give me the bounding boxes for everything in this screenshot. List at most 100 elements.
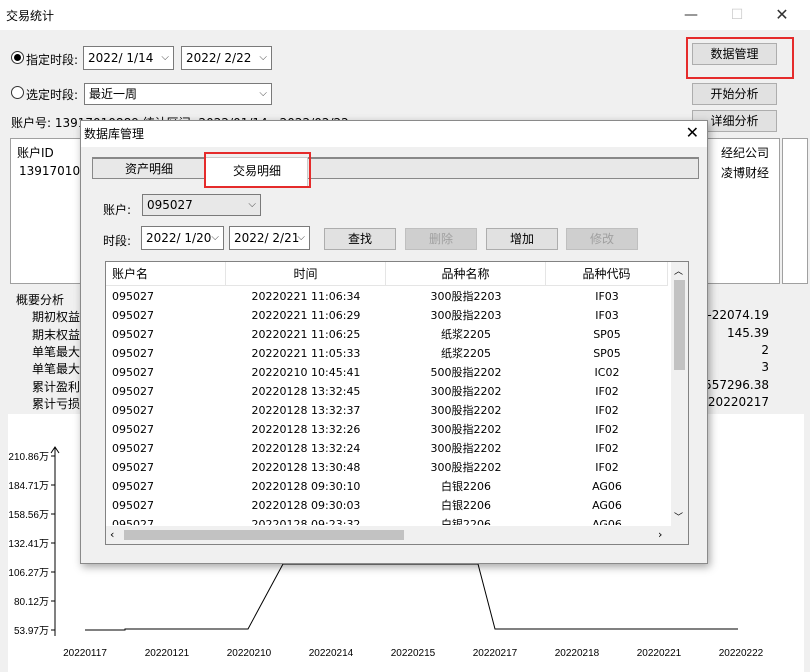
summary-label: 单笔最大 xyxy=(32,362,81,376)
y-tick-label: 132.41万 xyxy=(8,539,49,550)
table-row[interactable]: 095027 20220210 10:45:41 500股指2202 IC02 xyxy=(106,363,668,382)
x-tick-label: 20220218 xyxy=(555,648,600,659)
grid-cell-broker: 凌博财经 xyxy=(721,166,770,180)
table-row[interactable]: 095027 20220221 11:05:33 纸浆2205 SP05 xyxy=(106,344,668,363)
table-cell: 20220221 11:05:33 xyxy=(251,347,361,360)
table-cell: IF02 xyxy=(595,404,619,417)
start-analysis-button[interactable]: 开始分析 xyxy=(692,83,777,105)
table-cell: 500股指2202 xyxy=(430,366,502,379)
table-cell: SP05 xyxy=(593,328,621,341)
date-to-picker[interactable]: 2022/ 2/22 ⌵ xyxy=(181,46,272,70)
table-cell: 095027 xyxy=(112,366,154,379)
table-cell: 095027 xyxy=(112,385,154,398)
x-tick-label: 20220215 xyxy=(391,648,436,659)
tab-assets[interactable]: 资产明细 xyxy=(125,160,173,177)
dialog-date-to[interactable]: 2022/ 2/21 ⌵ xyxy=(229,226,310,250)
dialog-date-from[interactable]: 2022/ 1/20 ⌵ xyxy=(141,226,224,250)
table-cell: 纸浆2205 xyxy=(441,347,491,360)
tab-highlight-box xyxy=(204,152,311,188)
add-button[interactable]: 增加 xyxy=(486,228,558,250)
col-product-name[interactable]: 品种名称 xyxy=(386,262,546,286)
summary-label: 期初权益 xyxy=(32,310,81,324)
table-cell: 白银2206 xyxy=(441,499,491,512)
period-select[interactable]: 最近一周 ⌵ xyxy=(84,83,272,105)
table-row[interactable]: 095027 20220221 11:06:34 300股指2203 IF03 xyxy=(106,287,668,306)
grid-col-account-id: 账户ID xyxy=(17,146,54,160)
scroll-up-icon: ︿ xyxy=(674,267,684,277)
table-row[interactable]: 095027 20220128 09:23:32 白银2206 AG06 xyxy=(106,515,668,525)
horizontal-scrollbar[interactable]: ‹ › xyxy=(106,526,688,544)
db-manage-dialog: 数据库管理 ✕ 资产明细 交易明细 账户: 095027 ⌵ 时段: 2022/ … xyxy=(80,120,708,564)
y-tick-label: 184.71万 xyxy=(8,481,49,492)
period-label: 时段: xyxy=(103,234,132,248)
table-cell: 095027 xyxy=(112,480,154,493)
chevron-down-icon: ⌵ xyxy=(259,52,267,63)
table-cell: 20220128 13:32:26 xyxy=(251,423,361,436)
summary-label: 累计亏损 xyxy=(32,397,81,411)
table-cell: 纸浆2205 xyxy=(441,328,491,341)
col-account[interactable]: 账户名 xyxy=(106,262,226,286)
table-cell: AG06 xyxy=(592,480,622,493)
table-row[interactable]: 095027 20220128 13:32:45 300股指2202 IF02 xyxy=(106,382,668,401)
scroll-left-icon: ‹ xyxy=(110,528,115,541)
vertical-scrollbar[interactable]: ︿ ﹀ xyxy=(671,262,688,526)
grid-side-panel xyxy=(782,138,808,284)
hscroll-thumb[interactable] xyxy=(124,530,404,540)
table-cell: SP05 xyxy=(593,347,621,360)
table-cell: 20220221 11:06:34 xyxy=(251,290,361,303)
radio-specified[interactable] xyxy=(11,51,24,64)
summary-value: 3 xyxy=(761,360,769,374)
delete-button[interactable]: 删除 xyxy=(405,228,477,250)
scroll-right-icon: › xyxy=(658,528,663,541)
table-row[interactable]: 095027 20220128 13:32:26 300股指2202 IF02 xyxy=(106,420,668,439)
grid-col-broker: 经纪公司 xyxy=(721,146,770,160)
table-cell: 095027 xyxy=(112,404,154,417)
table-row[interactable]: 095027 20220128 13:30:48 300股指2202 IF02 xyxy=(106,458,668,477)
table-row[interactable]: 095027 20220128 13:32:24 300股指2202 IF02 xyxy=(106,439,668,458)
y-tick-label: 106.27万 xyxy=(8,568,49,579)
table-cell: IF03 xyxy=(595,309,619,322)
table-cell: 095027 xyxy=(112,423,154,436)
scroll-down-icon: ﹀ xyxy=(674,513,684,523)
table-cell: 20220128 13:32:45 xyxy=(251,385,361,398)
x-tick-label: 20220221 xyxy=(637,648,682,659)
table-cell: AG06 xyxy=(592,499,622,512)
table-cell: IF02 xyxy=(595,423,619,436)
table-cell: IF02 xyxy=(595,385,619,398)
account-select[interactable]: 095027 ⌵ xyxy=(142,194,261,216)
radio-select[interactable] xyxy=(11,86,24,99)
x-tick-label: 20220121 xyxy=(145,648,190,659)
scroll-thumb[interactable] xyxy=(674,280,685,370)
table-row[interactable]: 095027 20220221 11:06:29 300股指2203 IF03 xyxy=(106,306,668,325)
close-icon[interactable]: ✕ xyxy=(767,4,797,26)
account-label: 账户: xyxy=(103,203,132,217)
summary-value: 2 xyxy=(761,343,769,357)
modify-button[interactable]: 修改 xyxy=(566,228,638,250)
table-cell: 20220128 09:23:32 xyxy=(251,518,361,525)
title-bar: 交易统计 — ☐ ✕ xyxy=(0,0,810,30)
y-tick-label: 210.86万 xyxy=(8,452,49,463)
table-cell: 20220128 13:32:37 xyxy=(251,404,361,417)
table-cell: 20220221 11:06:25 xyxy=(251,328,361,341)
table-cell: 095027 xyxy=(112,499,154,512)
table-row[interactable]: 095027 20220128 09:30:10 白银2206 AG06 xyxy=(106,477,668,496)
table-cell: 300股指2203 xyxy=(430,290,502,303)
dialog-close-icon[interactable]: ✕ xyxy=(686,123,699,142)
chevron-down-icon: ⌵ xyxy=(161,52,169,63)
table-cell: 20220210 10:45:41 xyxy=(251,366,361,379)
dialog-title-bar: 数据库管理 ✕ xyxy=(81,121,707,147)
col-time[interactable]: 时间 xyxy=(226,262,386,286)
table-cell: 095027 xyxy=(112,309,154,322)
col-product-code[interactable]: 品种代码 xyxy=(546,262,668,286)
y-tick-label: 158.56万 xyxy=(8,510,49,521)
date-from-picker[interactable]: 2022/ 1/14 ⌵ xyxy=(83,46,174,70)
table-row[interactable]: 095027 20220128 13:32:37 300股指2202 IF02 xyxy=(106,401,668,420)
table-cell: 300股指2202 xyxy=(430,442,502,455)
table-cell: 095027 xyxy=(112,347,154,360)
table-row[interactable]: 095027 20220128 09:30:03 白银2206 AG06 xyxy=(106,496,668,515)
query-button[interactable]: 查找 xyxy=(324,228,396,250)
table-cell: IF03 xyxy=(595,290,619,303)
radio-select-label: 选定时段: xyxy=(26,88,79,102)
minimize-icon[interactable]: — xyxy=(676,4,706,26)
table-row[interactable]: 095027 20220221 11:06:25 纸浆2205 SP05 xyxy=(106,325,668,344)
